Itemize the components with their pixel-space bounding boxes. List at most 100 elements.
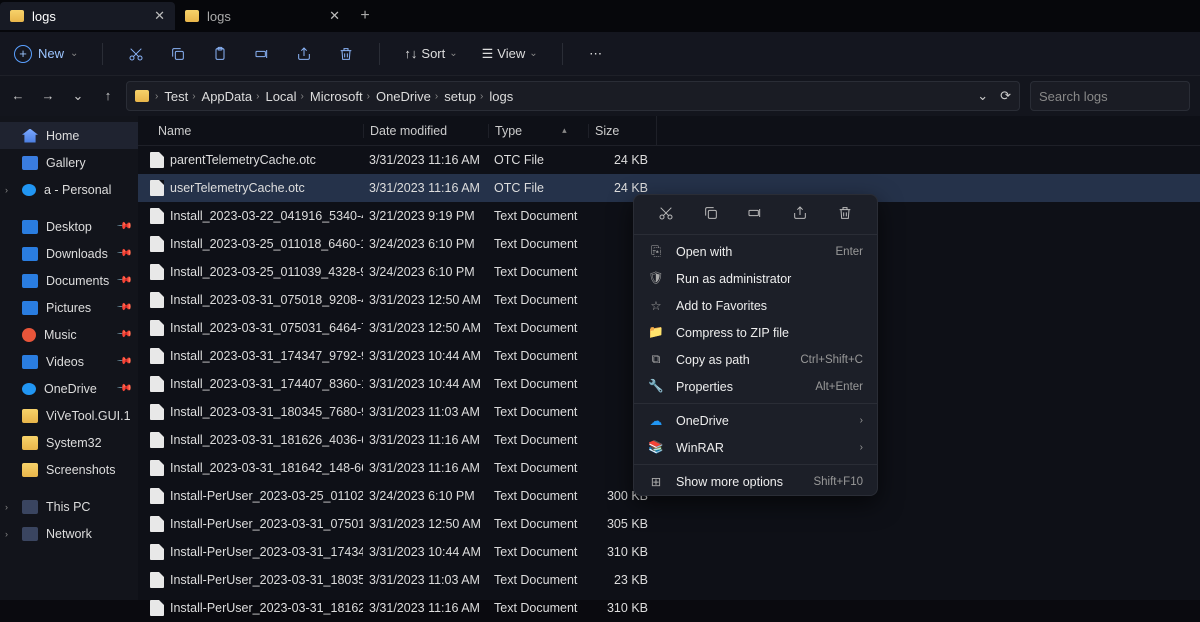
new-button[interactable]: + New ⌄ <box>14 45 78 63</box>
sidebar-item-system32[interactable]: System32 <box>0 429 138 456</box>
chevron-right-icon[interactable]: › <box>5 529 8 539</box>
sidebar-item-network[interactable]: › Network <box>0 520 138 547</box>
table-row[interactable]: Install-PerUser_2023-03-31_181628_7904..… <box>138 594 1200 622</box>
ctx-onedrive[interactable]: ☁OneDrive› <box>634 407 877 434</box>
table-row[interactable]: Install-PerUser_2023-03-31_075019_1996..… <box>138 510 1200 538</box>
up-button[interactable]: ↑ <box>100 88 116 104</box>
sidebar-item-videos[interactable]: Videos📌 <box>0 348 138 375</box>
table-row[interactable]: Install-PerUser_2023-03-31_180352_1128..… <box>138 566 1200 594</box>
refresh-icon[interactable]: ⟳ <box>1000 88 1011 104</box>
paste-icon[interactable] <box>211 45 229 63</box>
col-type[interactable]: Type▴ <box>488 124 588 138</box>
ctx-properties[interactable]: 🔧PropertiesAlt+Enter <box>634 373 877 400</box>
close-icon[interactable]: ✕ <box>329 8 340 24</box>
back-button[interactable]: ← <box>10 88 26 104</box>
file-icon <box>150 376 164 392</box>
file-size: 24 KB <box>588 153 656 167</box>
sort-button[interactable]: ↑↓ Sort ⌄ <box>404 46 457 61</box>
sidebar-item-home[interactable]: Home <box>0 122 138 149</box>
share-icon[interactable] <box>295 45 313 63</box>
new-label: New <box>38 46 64 61</box>
crumb[interactable]: AppData› <box>202 89 260 104</box>
cut-icon[interactable] <box>656 203 676 223</box>
sidebar-label: Network <box>46 527 92 541</box>
tab-logs-1[interactable]: logs ✕ <box>0 2 175 30</box>
crumb[interactable]: Local› <box>265 89 303 104</box>
chevron-right-icon[interactable]: › <box>5 502 8 512</box>
sidebar-item-thispc[interactable]: ›This PC <box>0 493 138 520</box>
sidebar-item-documents[interactable]: Documents📌 <box>0 267 138 294</box>
chevron-right-icon: › <box>860 415 863 426</box>
table-row[interactable]: Install-PerUser_2023-03-31_174349_656-..… <box>138 538 1200 566</box>
search-input[interactable]: Search logs <box>1030 81 1190 111</box>
sidebar-item-gallery[interactable]: Gallery <box>0 149 138 176</box>
sidebar-item-music[interactable]: Music📌 <box>0 321 138 348</box>
crumb[interactable]: Microsoft› <box>310 89 370 104</box>
sidebar-label: a - Personal <box>44 183 111 197</box>
chevron-down-icon[interactable]: ⌄ <box>977 88 988 104</box>
crumb[interactable]: setup› <box>444 89 483 104</box>
file-date: 3/31/2023 12:50 AM <box>363 321 488 335</box>
file-date: 3/31/2023 11:16 AM <box>363 153 488 167</box>
forward-button[interactable]: → <box>40 88 56 104</box>
pin-icon: 📌 <box>115 218 132 235</box>
table-row[interactable]: parentTelemetryCache.otc3/31/2023 11:16 … <box>138 146 1200 174</box>
file-type: OTC File <box>488 153 588 167</box>
more-icon[interactable]: ⋯ <box>587 45 605 63</box>
sidebar-item-personal[interactable]: › a - Personal <box>0 176 138 203</box>
col-date[interactable]: Date modified <box>363 124 488 138</box>
chevron-down-icon: ⌄ <box>70 48 78 59</box>
rename-icon[interactable] <box>253 45 271 63</box>
file-size: 305 KB <box>588 517 656 531</box>
ctx-open-with[interactable]: ⎘Open withEnter <box>634 238 877 265</box>
gallery-icon <box>22 156 38 170</box>
delete-icon[interactable] <box>337 45 355 63</box>
crumb[interactable]: OneDrive› <box>376 89 438 104</box>
sidebar-item-desktop[interactable]: Desktop📌 <box>0 213 138 240</box>
cloud-icon <box>22 184 36 196</box>
file-name: Install_2023-03-31_174407_8360-1672 <box>170 377 363 391</box>
music-icon <box>22 328 36 342</box>
share-icon[interactable] <box>790 203 810 223</box>
add-tab-button[interactable]: + <box>350 7 380 25</box>
close-icon[interactable]: ✕ <box>154 8 165 24</box>
file-icon <box>150 320 164 336</box>
col-size[interactable]: Size <box>588 124 656 138</box>
address-bar[interactable]: › Test› AppData› Local› Microsoft› OneDr… <box>126 81 1020 111</box>
file-date: 3/31/2023 11:03 AM <box>363 573 488 587</box>
sidebar-item-downloads[interactable]: Downloads📌 <box>0 240 138 267</box>
shortcut: Shift+F10 <box>813 476 863 488</box>
chevron-right-icon[interactable]: › <box>5 185 8 195</box>
ctx-zip[interactable]: 📁Compress to ZIP file <box>634 319 877 346</box>
sidebar-item-vivetool[interactable]: ViVeTool.GUI.1.6.2.0 <box>0 402 138 429</box>
crumb[interactable]: Test› <box>164 89 195 104</box>
sidebar-item-onedrive[interactable]: OneDrive📌 <box>0 375 138 402</box>
file-type: Text Document <box>488 545 588 559</box>
sidebar-label: Documents <box>46 274 109 288</box>
pictures-icon <box>22 301 38 315</box>
ctx-copy-path[interactable]: ⧉Copy as pathCtrl+Shift+C <box>634 346 877 373</box>
col-name[interactable]: Name <box>138 124 363 138</box>
column-headers: Name Date modified Type▴ Size <box>138 116 1200 146</box>
ctx-winrar[interactable]: 📚WinRAR› <box>634 434 877 461</box>
pin-icon: 📌 <box>115 299 132 316</box>
file-icon <box>150 404 164 420</box>
recent-button[interactable]: ⌄ <box>70 88 86 104</box>
file-name: Install_2023-03-31_075018_9208-4036 <box>170 293 363 307</box>
tab-logs-2[interactable]: logs ✕ <box>175 2 350 30</box>
file-icon <box>150 488 164 504</box>
file-type: Text Document <box>488 405 588 419</box>
ctx-run-admin[interactable]: 🛡Run as administrator <box>634 265 877 292</box>
ctx-more-options[interactable]: ⊞Show more optionsShift+F10 <box>634 468 877 495</box>
sidebar-label: Videos <box>46 355 84 369</box>
sidebar-item-screenshots[interactable]: Screenshots <box>0 456 138 483</box>
delete-icon[interactable] <box>835 203 855 223</box>
ctx-favorites[interactable]: ☆Add to Favorites <box>634 292 877 319</box>
view-button[interactable]: ☰ View ⌄ <box>482 46 538 62</box>
copy-icon[interactable] <box>701 203 721 223</box>
crumb[interactable]: logs <box>489 89 513 104</box>
sidebar-item-pictures[interactable]: Pictures📌 <box>0 294 138 321</box>
cut-icon[interactable] <box>127 45 145 63</box>
copy-icon[interactable] <box>169 45 187 63</box>
rename-icon[interactable] <box>745 203 765 223</box>
